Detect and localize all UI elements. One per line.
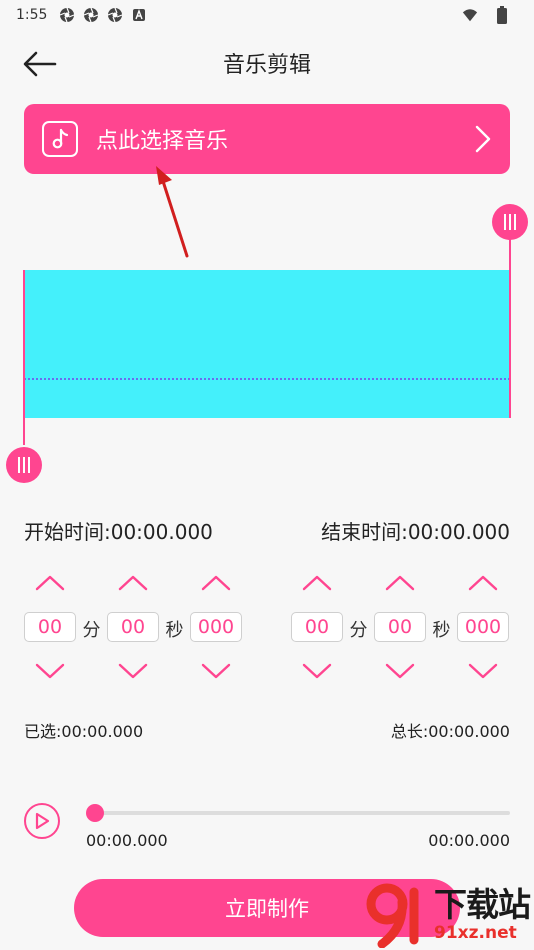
header: 音乐剪辑 (0, 40, 534, 86)
chevron-down-icon (302, 663, 332, 679)
chevron-up-icon (201, 575, 231, 591)
start-seconds-up-button[interactable] (107, 568, 159, 598)
progress-track[interactable] (92, 811, 510, 815)
start-millis-up-button[interactable] (190, 568, 242, 598)
audio-player: 00:00.000 00:00.000 (24, 800, 510, 860)
start-minutes-down-button[interactable] (24, 656, 76, 686)
end-seconds-down-button[interactable] (374, 656, 426, 686)
seconds-unit-label: 秒 (165, 620, 184, 641)
chevron-down-icon (201, 663, 231, 679)
watermark: 下载站 91xz.net (362, 880, 534, 950)
play-icon (35, 812, 50, 830)
page-title: 音乐剪辑 (222, 53, 311, 78)
start-marker-line (23, 270, 25, 445)
current-position-label: 00:00.000 (86, 831, 168, 850)
start-time-stepper: 00 分 00 秒 000 (24, 568, 242, 686)
select-music-button[interactable]: 点此选择音乐 (24, 104, 510, 174)
end-minutes-field[interactable]: 00 (291, 612, 343, 642)
music-note-icon (42, 121, 78, 157)
total-duration-label: 总长:00:00.000 (390, 722, 510, 741)
selection-summary: 已选:00:00.000 总长:00:00.000 (24, 718, 510, 742)
chevron-up-icon (118, 575, 148, 591)
watermark-logo-icon (366, 883, 419, 948)
a-badge-icon (131, 7, 147, 23)
chevron-down-icon (118, 663, 148, 679)
minutes-unit-label: 分 (82, 620, 101, 641)
chevron-down-icon (385, 663, 415, 679)
battery-icon (494, 6, 510, 24)
watermark-url: 91xz.net (434, 923, 517, 943)
start-millis-down-button[interactable] (190, 656, 242, 686)
start-minutes-stepper: 00 (24, 568, 76, 686)
aperture-icon (107, 7, 123, 23)
wifi-icon (462, 7, 478, 23)
minutes-unit-label: 分 (349, 620, 368, 641)
end-minutes-up-button[interactable] (291, 568, 343, 598)
grip-icon (504, 214, 516, 230)
status-time: 1:55 (16, 7, 48, 23)
end-time-stepper: 00 分 00 秒 000 (291, 568, 509, 686)
status-bar: 1:55 (0, 0, 534, 30)
chevron-up-icon (468, 575, 498, 591)
end-time-label: 结束时间:00:00.000 (321, 520, 510, 544)
watermark-title: 下载站 (434, 885, 531, 924)
duration-label: 00:00.000 (428, 831, 510, 850)
start-seconds-field[interactable]: 00 (107, 612, 159, 642)
aperture-icon (83, 7, 99, 23)
end-marker-line (509, 225, 511, 418)
chevron-up-icon (385, 575, 415, 591)
end-millis-down-button[interactable] (457, 656, 509, 686)
end-millis-field[interactable]: 000 (457, 612, 509, 642)
waveform (24, 270, 510, 418)
chevron-up-icon (35, 575, 65, 591)
start-time-label: 开始时间:00:00.000 (24, 520, 213, 544)
chevron-down-icon (468, 663, 498, 679)
time-range: 开始时间:00:00.000 结束时间:00:00.000 (24, 516, 510, 545)
chevron-down-icon (35, 663, 65, 679)
waveform-center-line (24, 378, 510, 380)
end-handle[interactable] (492, 204, 528, 240)
start-minutes-field[interactable]: 00 (24, 612, 76, 642)
selected-duration-label: 已选:00:00.000 (24, 722, 144, 741)
end-millis-stepper: 000 (457, 568, 509, 686)
start-millis-stepper: 000 (190, 568, 242, 686)
start-seconds-stepper: 00 (107, 568, 159, 686)
end-seconds-field[interactable]: 00 (374, 612, 426, 642)
aperture-icon (59, 7, 75, 23)
end-minutes-down-button[interactable] (291, 656, 343, 686)
start-millis-field[interactable]: 000 (190, 612, 242, 642)
end-seconds-stepper: 00 (374, 568, 426, 686)
chevron-up-icon (302, 575, 332, 591)
progress-thumb[interactable] (86, 804, 104, 822)
chevron-right-icon (474, 124, 492, 154)
arrow-left-icon (23, 51, 57, 77)
start-handle[interactable] (6, 447, 42, 483)
waveform-editor[interactable] (0, 200, 534, 490)
select-music-label: 点此选择音乐 (96, 129, 229, 154)
start-minutes-up-button[interactable] (24, 568, 76, 598)
start-seconds-down-button[interactable] (107, 656, 159, 686)
end-minutes-stepper: 00 (291, 568, 343, 686)
seconds-unit-label: 秒 (432, 620, 451, 641)
grip-icon (18, 457, 30, 473)
end-millis-up-button[interactable] (457, 568, 509, 598)
back-button[interactable] (22, 46, 58, 82)
play-button[interactable] (24, 803, 60, 839)
end-seconds-up-button[interactable] (374, 568, 426, 598)
